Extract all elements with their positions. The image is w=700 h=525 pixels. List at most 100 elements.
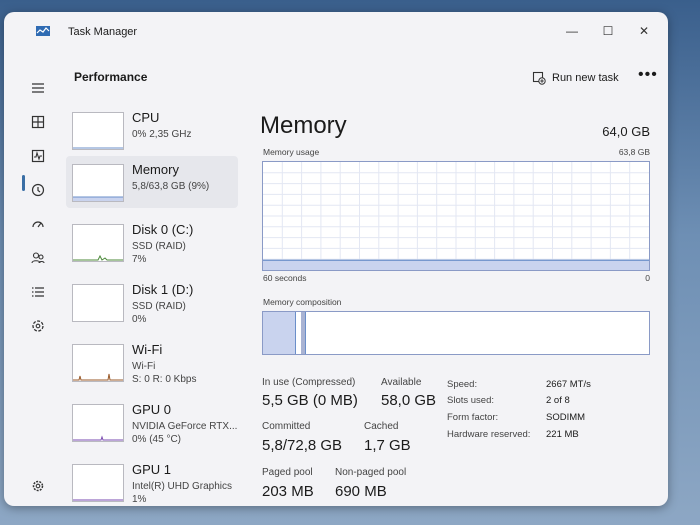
list-item-name: Wi-Fi — [132, 342, 163, 357]
paged-pool-value: 203 MB — [262, 483, 314, 500]
committed-label: Committed — [262, 421, 311, 432]
services-icon — [32, 320, 44, 332]
memory-composition-bar — [262, 311, 650, 355]
list-item-gpu-0[interactable]: GPU 0 NVIDIA GeForce RTX... 0% (45 °C) — [66, 396, 238, 448]
nav-details-button[interactable] — [24, 278, 52, 306]
memory-usage-graph — [262, 161, 650, 271]
list-item-disk-1[interactable]: Disk 1 (D:) SSD (RAID) 0% — [66, 276, 238, 328]
list-item-usage: 1% — [132, 494, 147, 505]
list-item-detail: Wi-Fi — [132, 361, 156, 372]
composition-modified-segment — [301, 312, 306, 354]
list-item-disk-0[interactable]: Disk 0 (C:) SSD (RAID) 7% — [66, 216, 238, 268]
list-item-cpu[interactable]: CPU 0% 2,35 GHz — [66, 104, 238, 156]
minimize-button[interactable]: — — [557, 18, 587, 44]
app-history-icon — [31, 183, 45, 197]
list-item-usage: 0% — [132, 314, 147, 325]
more-options-button[interactable]: ••• — [638, 66, 658, 84]
graph-time-span-label: 60 seconds — [263, 273, 307, 283]
list-item-detail: 5,8/63,8 GB (9%) — [132, 181, 210, 192]
memory-total: 64,0 GB — [602, 124, 650, 139]
task-manager-window: Task Manager — ☐ ✕ Performance Run new t… — [4, 12, 668, 506]
memory-usage-chart — [263, 162, 649, 270]
resource-list: CPU 0% 2,35 GHz Memory 5,8/63,8 GB (9%) … — [64, 104, 244, 506]
startup-apps-icon — [32, 221, 44, 228]
minimize-icon: — — [566, 24, 578, 38]
task-manager-app-icon — [36, 26, 50, 36]
paged-pool-label: Paged pool — [262, 467, 313, 478]
in-use-label: In use (Compressed) — [262, 377, 356, 388]
list-item-detail: NVIDIA GeForce RTX... — [132, 421, 238, 432]
nav-app-history-button[interactable] — [24, 176, 52, 204]
form-factor-value: SODIMM — [546, 412, 586, 423]
cached-value: 1,7 GB — [364, 437, 411, 454]
memory-details-pane: Memory 64,0 GB Memory usage 63,8 GB 60 s… — [244, 104, 668, 506]
close-icon: ✕ — [638, 24, 650, 38]
page-title: Performance — [74, 70, 148, 84]
hardware-reserved-label: Hardware reserved: — [447, 429, 531, 440]
list-item-name: Memory — [132, 162, 179, 177]
cached-label: Cached — [364, 421, 399, 432]
list-item-name: CPU — [132, 110, 160, 125]
non-paged-pool-value: 690 MB — [335, 483, 387, 500]
composition-in-use-segment — [263, 312, 296, 354]
users-icon — [31, 252, 45, 264]
slots-used-label: Slots used: — [447, 395, 494, 406]
memory-usage-max: 63,8 GB — [618, 147, 650, 157]
list-item-gpu-1[interactable]: GPU 1 Intel(R) UHD Graphics 1% — [66, 456, 238, 506]
graph-time-end-label: 0 — [645, 273, 650, 283]
disk0-thumbnail-graph — [72, 224, 124, 262]
list-item-name: Disk 0 (C:) — [132, 222, 194, 237]
memory-composition-label: Memory composition — [263, 297, 342, 307]
disk1-thumbnail-graph — [72, 284, 124, 322]
nav-services-button[interactable] — [24, 312, 52, 340]
list-item-detail: SSD (RAID) — [132, 241, 186, 252]
list-item-detail: SSD (RAID) — [132, 301, 186, 312]
title-bar: Task Manager — ☐ ✕ — [4, 12, 668, 52]
list-item-detail: Intel(R) UHD Graphics — [132, 481, 233, 492]
hardware-reserved-value: 221 MB — [546, 429, 579, 440]
nav-processes-button[interactable] — [24, 108, 52, 136]
window-title: Task Manager — [68, 26, 138, 38]
nav-performance-button[interactable] — [24, 142, 52, 170]
non-paged-pool-label: Non-paged pool — [335, 467, 407, 478]
list-item-wifi[interactable]: Wi-Fi Wi-Fi S: 0 R: 0 Kbps — [66, 336, 238, 388]
run-new-task-button[interactable]: Run new task — [532, 68, 619, 88]
memory-usage-area — [263, 260, 649, 270]
available-label: Available — [381, 377, 422, 388]
nav-startup-apps-button[interactable] — [24, 210, 52, 238]
performance-header: Performance Run new task ••• — [64, 52, 668, 100]
maximize-icon: ☐ — [602, 24, 614, 38]
list-item-usage: 7% — [132, 254, 147, 265]
nav-users-button[interactable] — [24, 244, 52, 272]
memory-thumbnail-graph — [72, 164, 124, 202]
gpu1-thumbnail-graph — [72, 464, 124, 502]
memory-title: Memory — [260, 112, 347, 139]
menu-icon — [32, 83, 44, 93]
committed-value: 5,8/72,8 GB — [262, 437, 343, 454]
list-item-name: Disk 1 (D:) — [132, 282, 194, 297]
details-icon — [32, 287, 44, 297]
performance-icon — [31, 149, 45, 163]
in-use-value: 5,5 GB (0 MB) — [262, 392, 358, 409]
run-new-task-label: Run new task — [552, 72, 619, 84]
run-task-icon — [532, 71, 546, 85]
maximize-button[interactable]: ☐ — [593, 18, 623, 44]
cpu-thumbnail-graph — [72, 112, 124, 150]
processes-icon — [31, 115, 45, 129]
nav-menu-button[interactable] — [24, 74, 52, 102]
gpu0-thumbnail-graph — [72, 404, 124, 442]
list-item-usage: S: 0 R: 0 Kbps — [132, 374, 197, 385]
navigation-rail — [4, 52, 64, 506]
list-item-memory[interactable]: Memory 5,8/63,8 GB (9%) — [66, 156, 238, 208]
list-item-usage: 0% (45 °C) — [132, 434, 182, 445]
list-item-name: GPU 1 — [132, 462, 172, 477]
slots-used-value: 2 of 8 — [546, 395, 570, 406]
list-item-name: GPU 0 — [132, 402, 172, 417]
available-value: 58,0 GB — [381, 392, 437, 409]
nav-settings-button[interactable] — [24, 472, 52, 500]
close-button[interactable]: ✕ — [629, 18, 659, 44]
memory-usage-label: Memory usage — [263, 147, 320, 157]
speed-label: Speed: — [447, 379, 478, 390]
form-factor-label: Form factor: — [447, 412, 499, 423]
settings-icon — [32, 480, 44, 492]
